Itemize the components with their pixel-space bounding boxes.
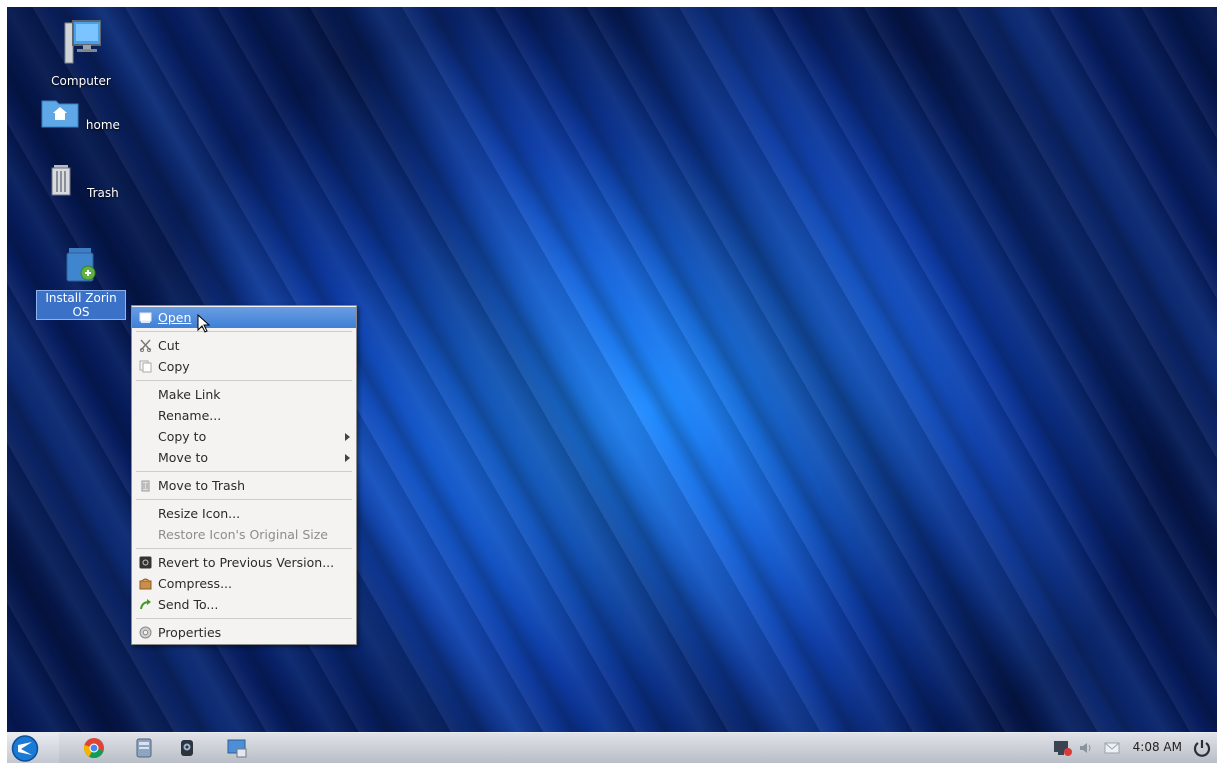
trash-icon [51,165,71,196]
scissors-icon [139,339,152,352]
menu-item-revert-version[interactable]: Revert to Previous Version... [132,552,356,573]
webcam-icon[interactable] [176,737,198,759]
desktop-icon-label: Computer [51,74,111,88]
menu-item-label: Rename... [158,408,222,423]
installer-icon [66,248,96,282]
menu-item-label: Revert to Previous Version... [158,555,335,570]
menu-separator [136,380,352,381]
menu-item-label: Cut [158,338,180,353]
remote-desktop-icon[interactable] [226,737,248,759]
desktop-icon-trash[interactable]: Trash [36,163,126,200]
menu-item-label: Properties [158,625,222,640]
volume-icon[interactable] [1078,740,1094,756]
menu-item-label: Move to [158,450,209,465]
menu-item-cut[interactable]: Cut [132,335,356,356]
clock[interactable]: 4:08 AM [1133,740,1182,754]
desktop-icon-label: Install Zorin OS [36,290,126,320]
desktop-icon-home[interactable]: home [36,95,126,132]
menu-item-resize-icon[interactable]: Resize Icon... [132,503,356,524]
menu-item-compress[interactable]: Compress... [132,573,356,594]
menu-item-label: Resize Icon... [158,506,241,521]
menu-item-rename[interactable]: Rename... [132,405,356,426]
copy-icon [139,360,152,373]
menu-item-copy-to[interactable]: Copy to [132,426,356,447]
menu-separator [136,331,352,332]
submenu-arrow-icon [345,433,350,441]
menu-item-send-to[interactable]: Send To... [132,594,356,615]
menu-separator [136,548,352,549]
properties-icon [139,626,152,639]
menu-item-open[interactable]: Open [132,307,356,328]
menu-item-label: Restore Icon's Original Size [158,527,329,542]
menu-item-properties[interactable]: Properties [132,622,356,643]
menu-item-label: Send To... [158,597,219,612]
revert-icon [139,556,152,569]
menu-item-make-link[interactable]: Make Link [132,384,356,405]
trash-icon [141,480,150,492]
menu-item-label: Make Link [158,387,221,402]
menu-item-move-to[interactable]: Move to [132,447,356,468]
menu-separator [136,471,352,472]
open-icon [139,312,152,323]
desktop: Computer home Trash Install Zorin OS Ope… [7,7,1217,763]
archive-icon [139,578,152,590]
desktop-icon-label: home [85,118,120,132]
menu-separator [136,618,352,619]
menu-item-label: Copy to [158,429,207,444]
files-icon[interactable] [133,737,155,759]
network-icon[interactable] [1053,739,1073,757]
desktop-icon-computer[interactable]: Computer [36,19,126,88]
menu-item-label: Compress... [158,576,232,591]
menu-item-label: Move to Trash [158,478,246,493]
send-icon [140,599,151,610]
menu-separator [136,499,352,500]
menu-item-copy[interactable]: Copy [132,356,356,377]
context-menu: Open Cut Copy Make Link Rename... Copy t… [131,305,357,645]
desktop-icon-label: Trash [87,186,119,200]
submenu-arrow-icon [345,454,350,462]
menu-item-move-to-trash[interactable]: Move to Trash [132,475,356,496]
desktop-icon-install-zorin[interactable]: Install Zorin OS [36,245,126,320]
menu-item-restore-icon-size: Restore Icon's Original Size [132,524,356,545]
menu-item-label: Copy [158,359,190,374]
taskbar: 4:08 AM [7,732,1217,763]
zorin-menu-icon[interactable] [10,735,40,762]
computer-icon [64,20,102,64]
mouse-cursor-icon [197,314,211,333]
menu-item-label: Open [158,310,192,325]
mail-icon[interactable] [1104,741,1120,755]
home-folder-icon [41,100,79,128]
power-icon[interactable] [1192,738,1212,758]
chrome-icon[interactable] [83,737,105,759]
